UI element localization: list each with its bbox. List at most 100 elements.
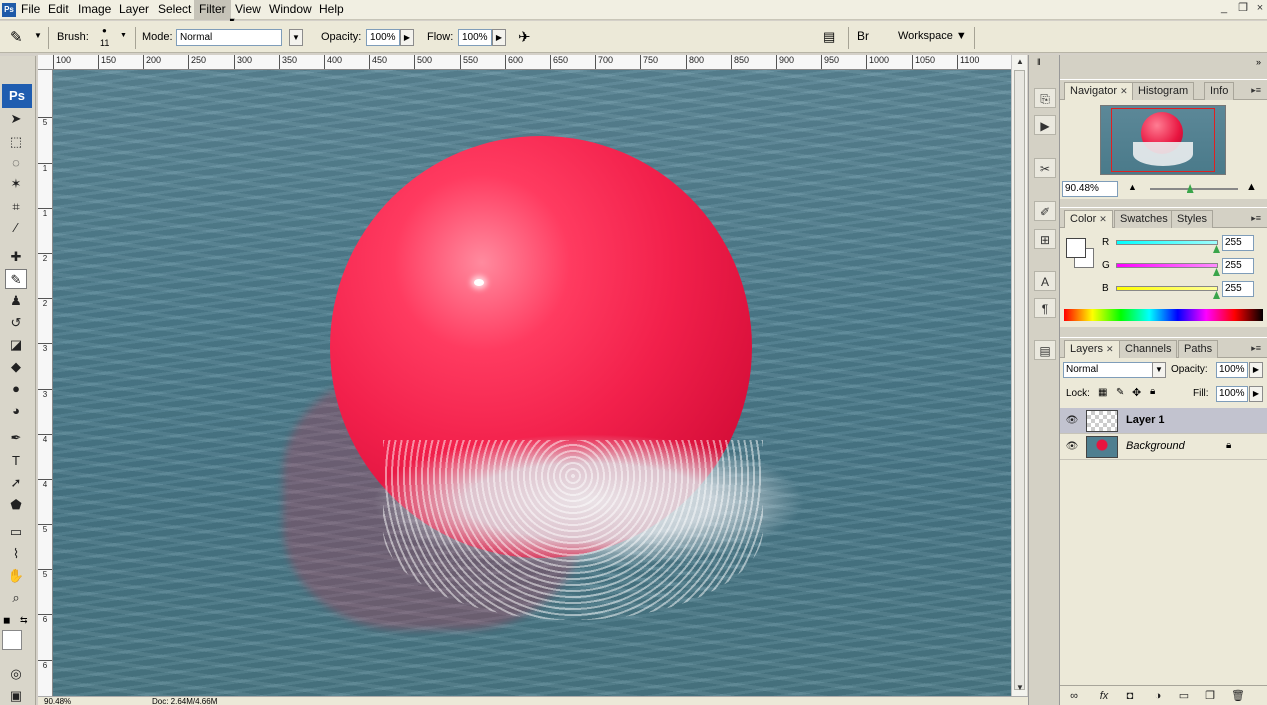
- tab-navigator[interactable]: Navigator ✕: [1064, 82, 1134, 100]
- blend-mode-select[interactable]: Normal: [1063, 362, 1153, 378]
- magic-wand-tool-icon[interactable]: ✶: [5, 174, 27, 194]
- layer-comps-panel-icon[interactable]: ▤: [1034, 340, 1056, 360]
- brushes-panel-icon[interactable]: ✐: [1034, 201, 1056, 221]
- tab-swatches[interactable]: Swatches: [1114, 210, 1174, 228]
- lock-transparency-icon[interactable]: ▦: [1098, 387, 1107, 398]
- flow-input[interactable]: 100%: [458, 29, 492, 46]
- tab-layers[interactable]: Layers ✕: [1064, 340, 1120, 358]
- scroll-thumb[interactable]: [1014, 70, 1025, 690]
- swap-colors-icon[interactable]: ⇆: [20, 615, 28, 626]
- menu-file[interactable]: File: [16, 0, 45, 20]
- opacity-arrow-icon[interactable]: ▶: [400, 29, 414, 46]
- dock-collapse-icon[interactable]: ‖: [1037, 57, 1041, 67]
- workspace-button[interactable]: Workspace ▼: [898, 30, 967, 42]
- mode-select[interactable]: Normal: [176, 29, 282, 46]
- menu-select[interactable]: Select: [153, 0, 196, 20]
- panels-collapse-icon[interactable]: »: [1256, 57, 1261, 67]
- visibility-eye-icon[interactable]: 👁︎: [1065, 440, 1079, 454]
- r-slider[interactable]: [1116, 240, 1218, 245]
- marquee-tool-icon[interactable]: ⬚: [5, 132, 27, 152]
- foreground-color-swatch[interactable]: [2, 630, 22, 650]
- navigator-zoom-input[interactable]: 90.48%: [1062, 181, 1118, 197]
- brush-picker-icon[interactable]: ▼: [120, 32, 127, 39]
- g-slider[interactable]: [1116, 263, 1218, 268]
- tab-channels[interactable]: Channels: [1119, 340, 1178, 358]
- close-button[interactable]: ×: [1252, 2, 1267, 16]
- history-panel-icon[interactable]: ⎘: [1034, 88, 1056, 108]
- close-tab-icon[interactable]: ✕: [1106, 344, 1114, 354]
- mode-dropdown-icon[interactable]: ▼: [289, 29, 303, 46]
- shape-tool-icon[interactable]: ⬟: [5, 495, 27, 515]
- navigator-preview[interactable]: [1100, 105, 1226, 175]
- menu-help[interactable]: Help: [314, 0, 349, 20]
- tab-paths[interactable]: Paths: [1178, 340, 1219, 358]
- layer-opacity-input[interactable]: 100%: [1216, 362, 1248, 378]
- menu-filter[interactable]: Filter: [194, 0, 231, 20]
- tab-color[interactable]: Color ✕: [1064, 210, 1113, 228]
- quick-mask-icon[interactable]: ◎: [5, 664, 27, 684]
- new-group-icon[interactable]: ▭: [1176, 689, 1192, 703]
- vertical-scrollbar[interactable]: ▲ ▼: [1011, 55, 1027, 696]
- screen-mode-icon[interactable]: ▣: [5, 686, 27, 705]
- r-value-input[interactable]: 255: [1222, 235, 1254, 251]
- notes-tool-icon[interactable]: ▭: [5, 522, 27, 542]
- history-brush-tool-icon[interactable]: ↺: [5, 313, 27, 333]
- tab-histogram[interactable]: Histogram: [1132, 82, 1195, 100]
- clone-stamp-tool-icon[interactable]: ♟: [5, 291, 27, 311]
- layer-name[interactable]: Layer 1: [1126, 414, 1165, 426]
- menu-edit[interactable]: Edit: [43, 0, 74, 20]
- tab-styles[interactable]: Styles: [1171, 210, 1213, 228]
- minimize-button[interactable]: _: [1216, 2, 1232, 16]
- lasso-tool-icon[interactable]: ◌: [5, 153, 27, 173]
- scroll-up-icon[interactable]: ▲: [1013, 55, 1027, 69]
- panel-menu-icon[interactable]: ▸≡: [1251, 85, 1261, 96]
- flow-arrow-icon[interactable]: ▶: [492, 29, 506, 46]
- hand-tool-icon[interactable]: ✋: [5, 566, 27, 586]
- actions-panel-icon[interactable]: ▶: [1034, 115, 1056, 135]
- eyedropper-tool-icon[interactable]: ⌇: [5, 544, 27, 564]
- paint-bucket-tool-icon[interactable]: ◆: [5, 357, 27, 377]
- menu-window[interactable]: Window: [264, 0, 317, 20]
- move-tool-icon[interactable]: ➤: [5, 109, 27, 129]
- fill-arrow-icon[interactable]: ▶: [1249, 386, 1263, 402]
- layer-name[interactable]: Background: [1126, 440, 1185, 452]
- layer-opacity-arrow-icon[interactable]: ▶: [1249, 362, 1263, 378]
- blend-mode-dropdown-icon[interactable]: ▼: [1152, 362, 1166, 378]
- zoom-slider-track[interactable]: [1150, 188, 1238, 190]
- opacity-input[interactable]: 100%: [366, 29, 400, 46]
- crop-tool-icon[interactable]: ⌗: [5, 197, 27, 217]
- new-layer-icon[interactable]: ❐: [1202, 689, 1218, 703]
- delete-layer-icon[interactable]: 🗑︎: [1230, 689, 1246, 703]
- healing-brush-tool-icon[interactable]: ✚: [5, 247, 27, 267]
- color-spectrum-ramp[interactable]: [1064, 309, 1263, 321]
- foreground-swatch[interactable]: [1066, 238, 1086, 258]
- tool-presets-icon[interactable]: ▤: [823, 29, 835, 45]
- lock-all-icon[interactable]: 🔒︎: [1150, 386, 1155, 397]
- r-slider-knob[interactable]: [1213, 245, 1220, 253]
- zoom-in-icon[interactable]: ▲: [1246, 181, 1257, 193]
- brush-preset-icon[interactable]: ✎: [10, 28, 23, 46]
- status-zoom[interactable]: 90.48%: [44, 697, 71, 705]
- b-slider-knob[interactable]: [1213, 291, 1220, 299]
- brush-tool-icon[interactable]: ✎: [5, 269, 27, 289]
- close-tab-icon[interactable]: ✕: [1120, 86, 1128, 96]
- zoom-out-icon[interactable]: ▲: [1128, 182, 1137, 192]
- g-value-input[interactable]: 255: [1222, 258, 1254, 274]
- adjustment-layer-icon[interactable]: ◑: [1150, 689, 1166, 703]
- zoom-tool-icon[interactable]: ⌕: [5, 588, 27, 608]
- panel-menu-icon[interactable]: ▸≡: [1251, 343, 1261, 354]
- clone-source-panel-icon[interactable]: ⊞: [1034, 229, 1056, 249]
- document-canvas[interactable]: [53, 70, 1011, 696]
- slice-tool-icon[interactable]: ⁄: [5, 218, 27, 238]
- b-value-input[interactable]: 255: [1222, 281, 1254, 297]
- eraser-tool-icon[interactable]: ◪: [5, 335, 27, 355]
- restore-button[interactable]: ❐: [1235, 2, 1251, 16]
- path-selection-tool-icon[interactable]: ➚: [5, 473, 27, 493]
- preset-dropdown-icon[interactable]: ▼: [34, 31, 42, 40]
- paragraph-panel-icon[interactable]: ¶: [1034, 298, 1056, 318]
- tab-info[interactable]: Info: [1204, 82, 1235, 100]
- panel-menu-icon[interactable]: ▸≡: [1251, 213, 1261, 224]
- bridge-icon[interactable]: Br: [857, 29, 869, 43]
- tool-presets-panel-icon[interactable]: ✂: [1034, 158, 1056, 178]
- view-box[interactable]: [1111, 108, 1215, 172]
